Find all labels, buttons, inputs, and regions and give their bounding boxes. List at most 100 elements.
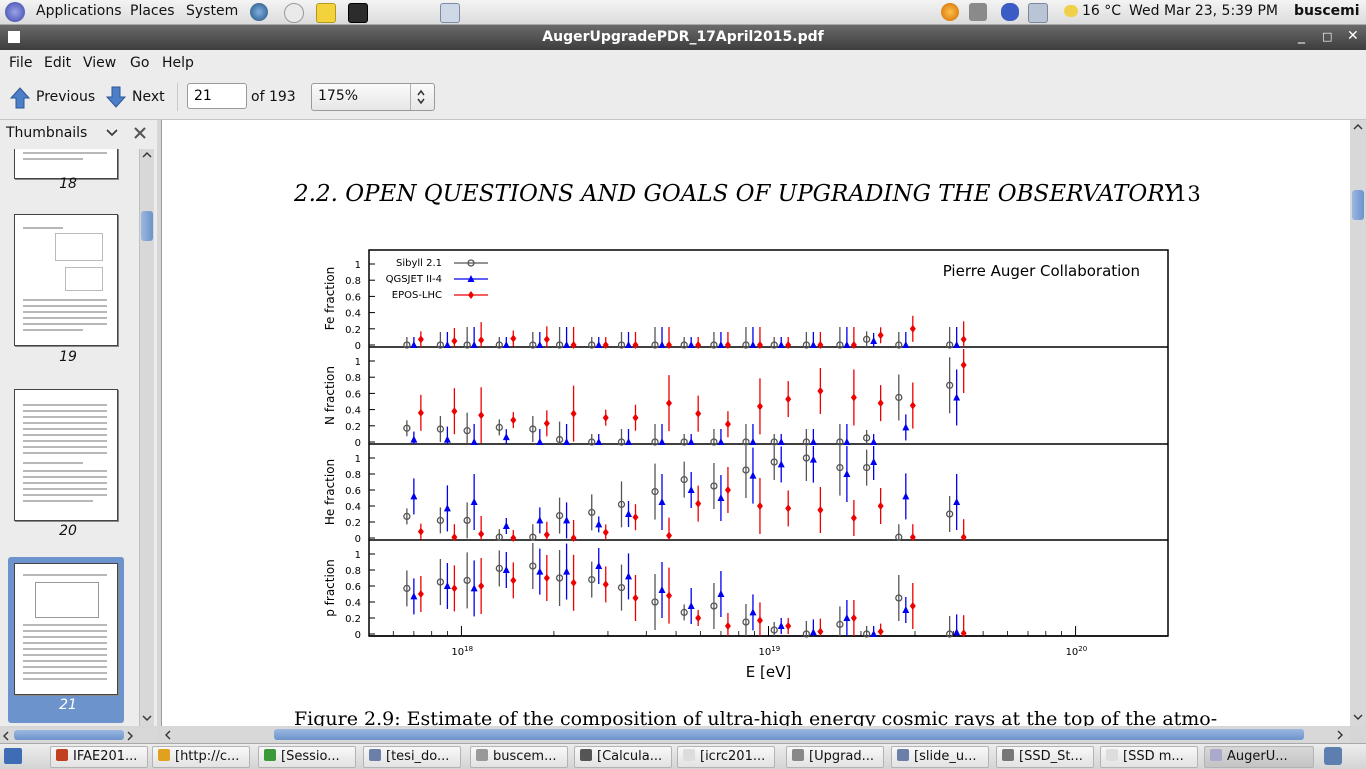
system-menu[interactable]: System (186, 3, 238, 19)
minimize-button[interactable]: _ (1298, 28, 1305, 44)
y-tick-label: 1 (355, 550, 361, 561)
thumbnail-page-18[interactable] (14, 149, 118, 179)
taskbar-button[interactable]: [Sessio... (258, 746, 356, 768)
scroll-right-icon[interactable] (1336, 730, 1344, 740)
bluetooth-icon[interactable] (1001, 3, 1019, 21)
taskbar-label: [Upgrad... (809, 749, 875, 764)
epos-point (510, 534, 517, 542)
volume-muted-icon[interactable] (969, 3, 987, 21)
document-view[interactable]: 2.2. OPEN QUESTIONS AND GOALS OF UPGRADI… (161, 120, 1351, 726)
places-menu[interactable]: Places (130, 3, 175, 19)
taskbar-button[interactable]: [Upgrad... (786, 746, 884, 768)
epos-point (510, 416, 517, 425)
epos-point (451, 584, 458, 593)
menu-edit[interactable]: Edit (44, 55, 71, 71)
previous-button[interactable]: Previous (6, 81, 98, 113)
taskbar-label: [SSD_St... (1019, 749, 1083, 764)
document-hscroll-thumb[interactable] (274, 729, 1304, 740)
qgsjet-point (749, 341, 757, 348)
taskbar-label: [http://c... (175, 749, 240, 764)
qgsjet-point (443, 582, 451, 589)
scroll-left-icon[interactable] (164, 730, 172, 740)
sidebar-scrollbar[interactable] (139, 149, 154, 726)
taskbar-button[interactable]: [tesi_do... (363, 746, 461, 768)
y-tick-label: 0.8 (345, 276, 361, 287)
close-button[interactable]: ✕ (1347, 28, 1359, 44)
document-scrollbar[interactable] (1350, 120, 1366, 726)
menu-help[interactable]: Help (162, 55, 194, 71)
mail-launcher-icon[interactable] (284, 3, 304, 23)
thumbnail-list[interactable]: 18 19 20 21 (0, 149, 136, 726)
qgsjet-point (749, 608, 757, 616)
scroll-up-icon[interactable] (1353, 123, 1363, 131)
taskbar-button[interactable]: [http://c... (152, 746, 250, 768)
scroll-down-icon[interactable] (142, 714, 152, 722)
qgsjet-point (953, 393, 961, 401)
qgsjet-point (595, 438, 603, 445)
zoom-value: 175% (318, 88, 359, 104)
y-tick-label: 0.4 (345, 598, 361, 609)
update-notifier-icon[interactable] (941, 3, 959, 21)
scroll-down-icon[interactable] (1353, 713, 1363, 721)
weather-temp[interactable]: 16 °C (1082, 3, 1121, 19)
zoom-select[interactable]: 175% (311, 83, 435, 111)
taskbar-button[interactable]: AugerU... (1204, 746, 1314, 768)
close-sidebar-icon[interactable] (133, 126, 147, 140)
gnome-foot-icon[interactable] (5, 2, 25, 22)
screenshot-launcher-icon[interactable] (440, 3, 460, 23)
epos-point (756, 502, 763, 510)
epos-point (909, 602, 916, 610)
window-titlebar[interactable]: AugerUpgradePDR_17April2015.pdf _ □ ✕ (0, 25, 1366, 50)
sidebar-hscroll-thumb[interactable] (14, 730, 124, 740)
thumbnail-page-20[interactable] (14, 389, 118, 521)
epos-point (632, 413, 639, 422)
menu-go[interactable]: Go (130, 55, 149, 71)
taskbar-button[interactable]: buscem... (470, 746, 568, 768)
weather-icon (1064, 5, 1078, 17)
document-scroll-thumb[interactable] (1352, 190, 1364, 220)
sidebar-hscrollbar[interactable] (0, 728, 157, 742)
browser-launcher-icon[interactable] (250, 3, 268, 21)
network-icon[interactable] (1028, 3, 1048, 23)
thumbnail-page-19[interactable] (14, 214, 118, 346)
qgsjet-point (536, 567, 544, 575)
document-hscrollbar[interactable] (160, 727, 1350, 742)
taskbar-button[interactable]: IFAE201... (50, 746, 148, 768)
chevron-down-icon[interactable] (106, 128, 118, 138)
x-tick-label: 1020 (1066, 645, 1088, 658)
menu-view[interactable]: View (83, 55, 116, 71)
y-tick-label: 0.4 (345, 406, 361, 417)
notes-launcher-icon[interactable] (316, 3, 336, 23)
show-desktop-icon[interactable] (4, 748, 22, 764)
qgsjet-point (470, 438, 478, 445)
scroll-left-icon[interactable] (2, 731, 10, 741)
scroll-right-icon[interactable] (126, 731, 134, 741)
epos-point (756, 402, 763, 411)
taskbar-button[interactable]: [icrc201... (677, 746, 775, 768)
applications-menu[interactable]: Applications (36, 3, 122, 19)
clock[interactable]: Wed Mar 23, 5:39 PM (1129, 3, 1278, 19)
qgsjet-point (749, 471, 757, 479)
next-button[interactable]: Next (104, 81, 168, 113)
menu-file[interactable]: File (9, 55, 32, 71)
thumbnail-page-21[interactable] (14, 563, 118, 695)
taskbar-button[interactable]: [SSD_St... (996, 746, 1094, 768)
qgsjet-point (470, 341, 478, 348)
epos-point (909, 401, 916, 410)
user-name[interactable]: buscemi (1294, 3, 1360, 19)
y-tick-label: 0.2 (345, 325, 361, 336)
sidebar-scroll-thumb[interactable] (141, 211, 153, 241)
epos-point (850, 393, 857, 402)
workspace-switcher-icon[interactable] (1324, 747, 1342, 765)
maximize-button[interactable]: □ (1322, 30, 1332, 43)
page-number-input[interactable] (187, 83, 247, 109)
taskbar-button[interactable]: [SSD m... (1100, 746, 1198, 768)
qgsjet-point (687, 438, 695, 445)
scroll-up-icon[interactable] (142, 151, 152, 159)
epos-point (877, 627, 884, 636)
app-icon (897, 749, 909, 761)
taskbar-button[interactable]: [Calcula... (574, 746, 672, 768)
terminal-launcher-icon[interactable] (348, 3, 368, 23)
taskbar-button[interactable]: [slide_u... (891, 746, 989, 768)
epos-point (666, 341, 673, 349)
